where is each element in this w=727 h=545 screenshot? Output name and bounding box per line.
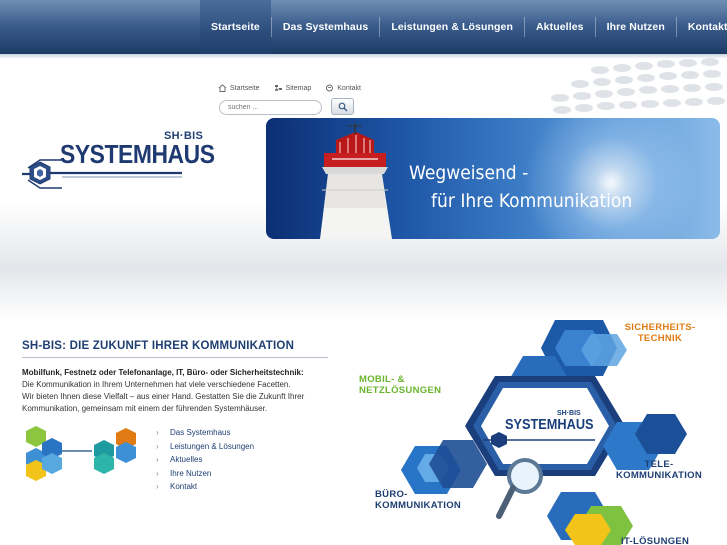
label-line: KOMMUNIKATION xyxy=(375,500,462,511)
label-line: MOBIL- & xyxy=(359,374,405,385)
nav-item-kontakt[interactable]: Kontakt xyxy=(677,0,727,54)
home-icon xyxy=(218,84,227,92)
label-telekommunikation: TELE- KOMMUNIKATION xyxy=(611,459,707,481)
label-mobil-netz: MOBIL- & NETZLÖSUNGEN xyxy=(359,374,441,396)
label-line: TECHNIK xyxy=(637,333,683,344)
label-it-loesungen: IT-LÖSUNGEN xyxy=(621,536,690,545)
label-line: SICHERHEITS- xyxy=(624,322,696,333)
quick-link-systemhaus[interactable]: › Das Systemhaus xyxy=(156,426,254,440)
intro-text-line: Kommunikation, gemeinsam mit einem der f… xyxy=(22,404,268,413)
nav-item-systemhaus[interactable]: Das Systemhaus xyxy=(272,0,379,54)
banner-subheadline: für Ihre Kommunikation xyxy=(431,190,633,212)
top-navigation-bar: Startseite Das Systemhaus Leistungen & L… xyxy=(0,0,727,54)
logo-hexagon-mark xyxy=(22,159,182,189)
sitemap-icon xyxy=(274,85,282,91)
services-hexagon-graphic: SH·BIS SYSTEMHAUS SICHERHEITS- TECHNIK M… xyxy=(355,316,727,545)
nav-item-aktuelles[interactable]: Aktuelles xyxy=(525,0,595,54)
intro-heading: SH-BIS: DIE ZUKUNFT IHRER KOMMUNIKATION xyxy=(22,340,295,352)
banner-sun-glow xyxy=(516,118,706,239)
page: Startseite Das Systemhaus Leistungen & L… xyxy=(0,0,727,545)
quick-link-leistungen[interactable]: › Leistungen & Lösungen xyxy=(156,440,254,454)
label-line: KOMMUNIKATION xyxy=(615,470,703,481)
label-buerokommunikation: BÜRO- KOMMUNIKATION xyxy=(375,489,461,511)
chevron-right-icon: › xyxy=(156,428,159,438)
util-link-sitemap-label: Sitemap xyxy=(285,84,312,92)
graphic-center-title: SYSTEMHAUS xyxy=(505,416,594,433)
quick-link-label: Leistungen & Lösungen xyxy=(170,441,255,451)
quick-link-label: Aktuelles xyxy=(170,455,203,465)
search-button[interactable] xyxy=(331,98,354,115)
hero-banner: Wegweisend - für Ihre Kommunikation xyxy=(266,118,720,239)
hexagon-cluster-image xyxy=(26,426,136,481)
intro-divider xyxy=(22,357,328,358)
decorative-dots xyxy=(551,58,725,114)
nav-item-leistungen[interactable]: Leistungen & Lösungen xyxy=(380,0,524,54)
intro-text-line: Wir bieten Ihnen diese Vielfalt – aus ei… xyxy=(22,392,305,401)
chevron-right-icon: › xyxy=(156,455,159,465)
nav-item-startseite[interactable]: Startseite xyxy=(200,0,271,54)
quick-link-ihre-nutzen[interactable]: › Ihre Nutzen xyxy=(156,467,254,481)
util-link-contact-label: Kontakt xyxy=(337,84,362,92)
intro-text-line: Die Kommunikation in Ihrem Unternehmen h… xyxy=(22,380,291,389)
label-sicherheitstechnik: SICHERHEITS- TECHNIK xyxy=(617,322,703,344)
util-link-sitemap[interactable]: Sitemap xyxy=(274,84,312,92)
label-line: NETZLÖSUNGEN xyxy=(359,385,442,396)
contact-icon xyxy=(326,84,334,92)
logo[interactable]: SH·BIS SYSTEMHAUS xyxy=(22,128,222,190)
util-link-contact[interactable]: Kontakt xyxy=(325,84,361,92)
utility-links: Startseite Sitemap Kontakt xyxy=(218,84,361,92)
intro-lead: Mobilfunk, Festnetz oder Telefonanlage, … xyxy=(22,368,304,377)
quick-link-label: Ihre Nutzen xyxy=(170,468,212,478)
lighthouse-image xyxy=(320,123,392,239)
chevron-right-icon: › xyxy=(156,468,159,478)
quick-link-label: Kontakt xyxy=(170,482,198,492)
label-line: TELE- xyxy=(644,459,674,470)
quick-link-kontakt[interactable]: › Kontakt xyxy=(156,480,254,494)
quick-link-aktuelles[interactable]: › Aktuelles xyxy=(156,453,254,467)
util-link-home-label: Startseite xyxy=(230,84,260,92)
chevron-right-icon: › xyxy=(156,482,159,492)
search-icon xyxy=(338,102,347,111)
banner-headline: Wegweisend - xyxy=(409,162,529,184)
util-link-home[interactable]: Startseite xyxy=(218,84,260,92)
quick-links: › Das Systemhaus › Leistungen & Lösungen ›… xyxy=(156,426,254,494)
chevron-right-icon: › xyxy=(156,441,159,451)
quick-link-label: Das Systemhaus xyxy=(170,428,231,438)
search-input[interactable] xyxy=(219,100,322,115)
nav-item-ihre-nutzen[interactable]: Ihre Nutzen xyxy=(596,0,676,54)
label-line: BÜRO- xyxy=(375,489,408,500)
main-nav: Startseite Das Systemhaus Leistungen & L… xyxy=(200,0,727,54)
